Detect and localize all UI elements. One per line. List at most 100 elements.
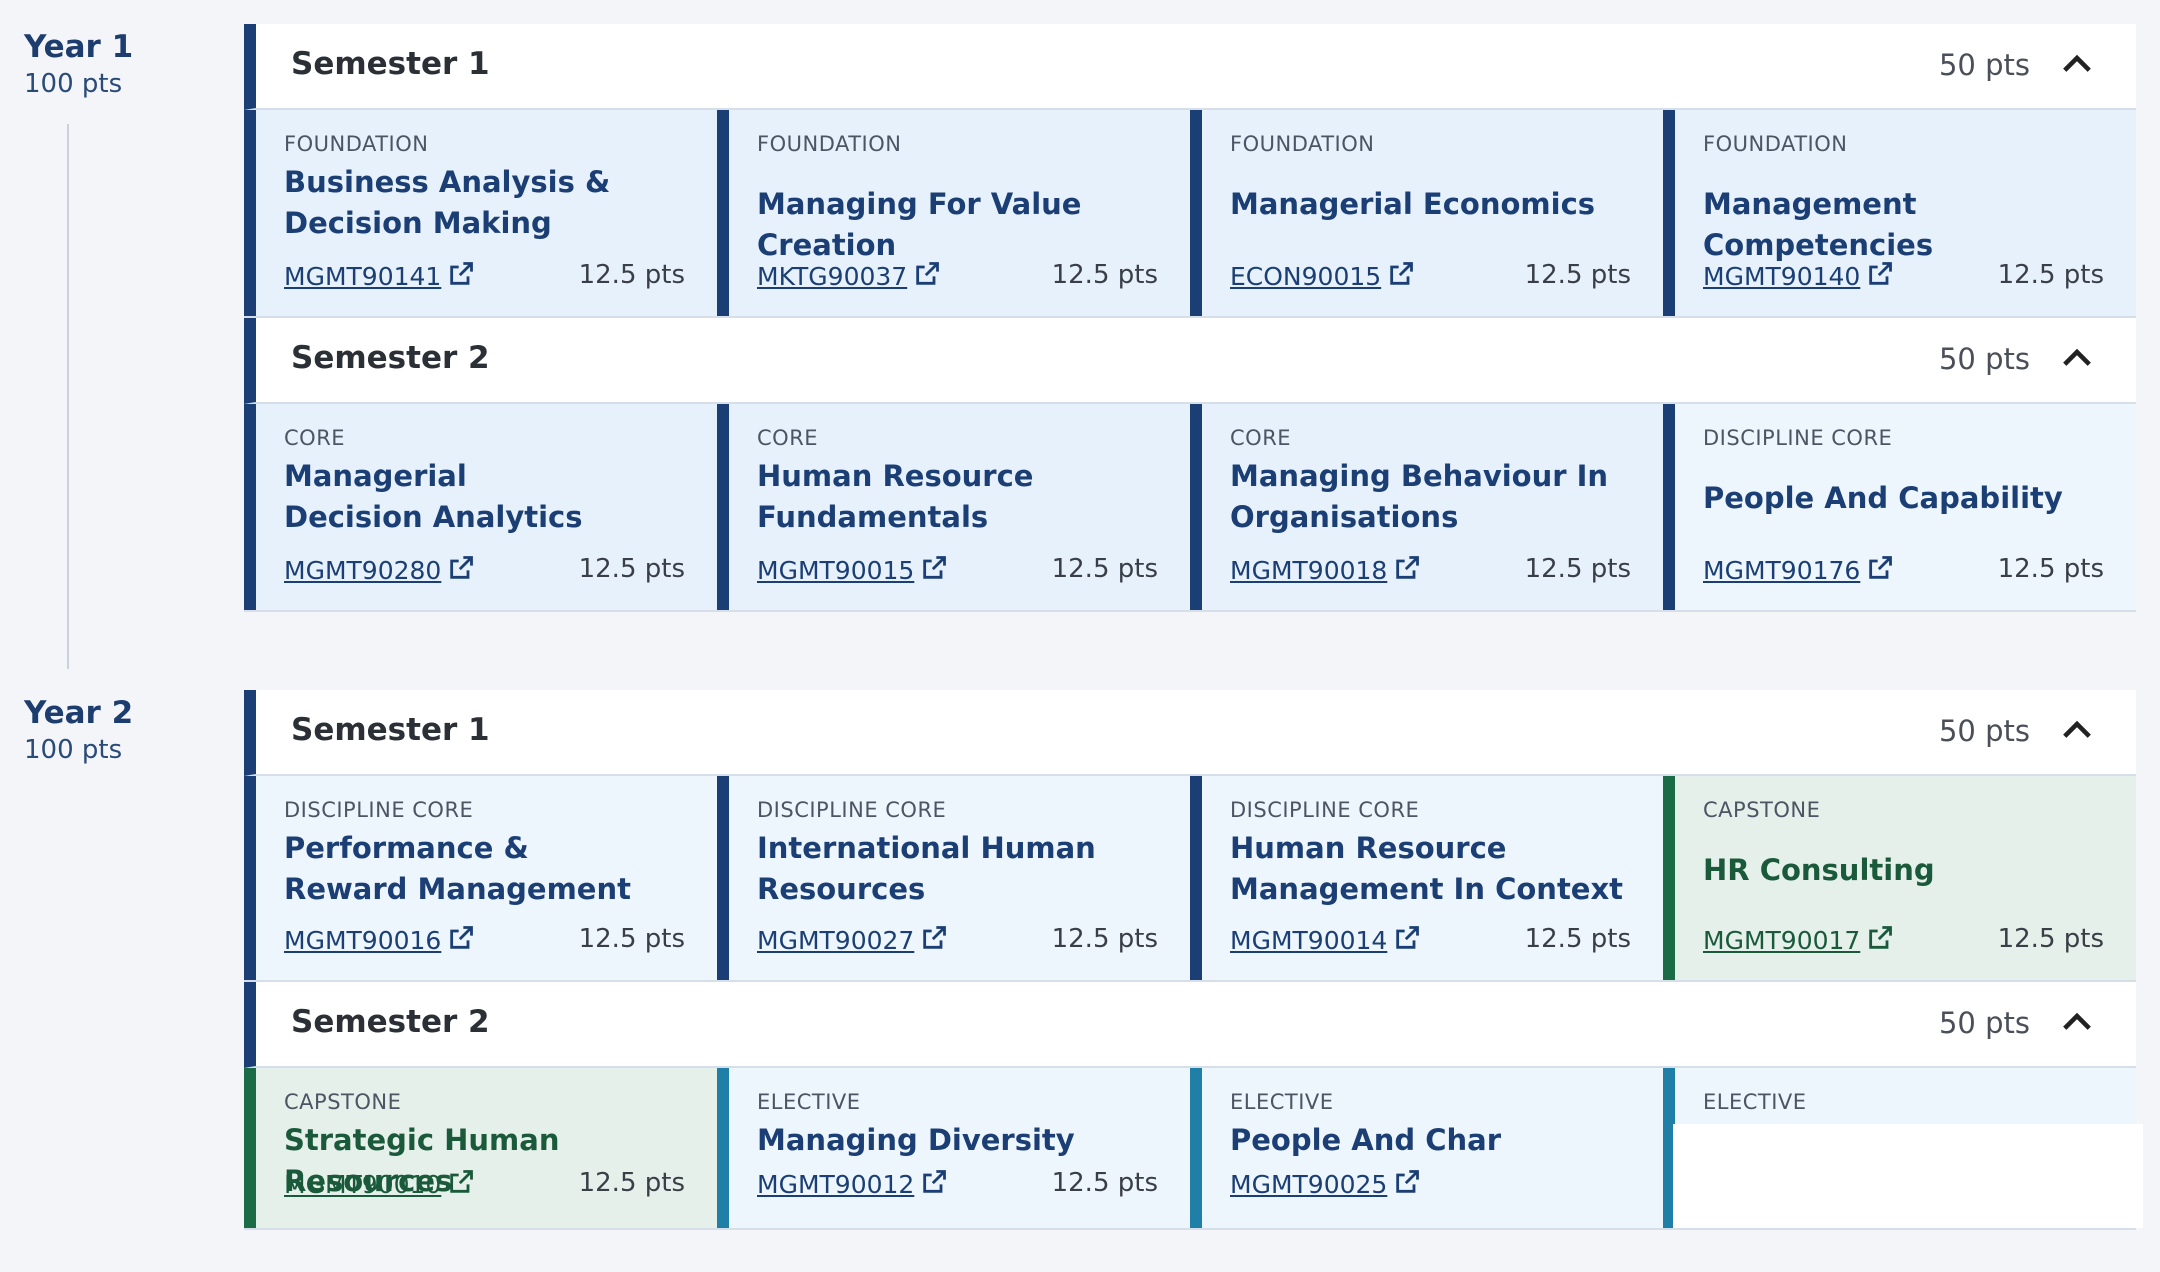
year-timeline-line: [67, 124, 69, 669]
year-points: 100 pts: [24, 69, 123, 99]
subject-card[interactable]: DISCIPLINE CORE People And Capability MG…: [1663, 404, 2136, 610]
external-link-icon: [1869, 556, 1893, 579]
subject-code-link[interactable]: MGMT90017: [1703, 924, 1894, 955]
subject-card[interactable]: ELECTIVE People And Char MGMT90025: [1190, 1068, 1663, 1228]
subject-card[interactable]: FOUNDATION Business Analysis & Decision …: [244, 110, 717, 316]
subject-code-link[interactable]: ECON90015: [1230, 260, 1415, 291]
subject-code-link[interactable]: MGMT90018: [1230, 554, 1421, 585]
subject-card[interactable]: FOUNDATION Management Competencies MGMT9…: [1663, 110, 2136, 316]
subject-title: Managing Diversity: [757, 1123, 1075, 1157]
external-link-icon: [923, 926, 947, 949]
chevron-up-icon[interactable]: [2056, 44, 2098, 86]
subject-points: 12.5 pts: [578, 1168, 685, 1198]
subject-type: CORE: [757, 426, 819, 450]
subject-type: CAPSTONE: [284, 1090, 402, 1114]
semester-title: Semester 2: [291, 1004, 490, 1040]
subject-type: DISCIPLINE CORE: [757, 798, 947, 822]
subject-code-link[interactable]: MGMT90015: [757, 554, 948, 585]
subject-type: DISCIPLINE CORE: [284, 798, 474, 822]
subject-type: FOUNDATION: [284, 132, 429, 156]
subject-type: FOUNDATION: [757, 132, 902, 156]
subject-code-link[interactable]: MGMT90014: [1230, 924, 1421, 955]
subject-title: Performance & Reward Management: [284, 831, 631, 906]
year-2-plan: Semester 1 50 pts DISCIPLINE CORE Perfor…: [244, 690, 2143, 1230]
subject-card[interactable]: CAPSTONE HR Consulting MGMT90017 12.5 pt…: [1663, 776, 2136, 980]
subject-card[interactable]: FOUNDATION Managerial Economics ECON9001…: [1190, 110, 1663, 316]
semester-header[interactable]: Semester 2 50 pts: [244, 982, 2136, 1068]
subject-title: Managing Behaviour In Organisations: [1230, 459, 1609, 534]
subject-type: DISCIPLINE CORE: [1230, 798, 1420, 822]
subject-type: FOUNDATION: [1703, 132, 1848, 156]
subject-points: 12.5 pts: [1051, 260, 1158, 290]
subject-title: Business Analysis & Decision Making: [284, 165, 611, 240]
subject-code-link[interactable]: MGMT90010: [284, 1168, 475, 1199]
external-link-icon: [1396, 556, 1420, 579]
semester-points: 50 pts: [1938, 342, 2030, 376]
subject-code-link[interactable]: MGMT90012: [757, 1168, 948, 1199]
subject-type: ELECTIVE: [757, 1090, 861, 1114]
subject-code-link[interactable]: MGMT90025: [1230, 1168, 1421, 1199]
subject-card[interactable]: ELECTIVE: [1663, 1068, 2143, 1228]
subject-card[interactable]: CAPSTONE Strategic Human Resources MGMT9…: [244, 1068, 717, 1228]
subject-code-link[interactable]: MGMT90016: [284, 924, 475, 955]
external-link-icon: [1396, 1170, 1420, 1193]
subject-title: Human Resource Management In Context: [1230, 831, 1624, 906]
external-link-icon: [1396, 926, 1420, 949]
subject-title: Managerial Decision Analytics: [284, 459, 583, 534]
external-link-icon: [1390, 262, 1414, 285]
subject-card[interactable]: FOUNDATION Managing For Value Creation M…: [717, 110, 1190, 316]
semester-header[interactable]: Semester 1 50 pts: [244, 24, 2136, 110]
subject-card[interactable]: CORE Managerial Decision Analytics MGMT9…: [244, 404, 717, 610]
subject-points: 12.5 pts: [1997, 554, 2104, 584]
subject-points: 12.5 pts: [1051, 554, 1158, 584]
year-points: 100 pts: [24, 735, 123, 765]
subject-card[interactable]: DISCIPLINE CORE Performance & Reward Man…: [244, 776, 717, 980]
year-1-label: Year 1 100 pts: [24, 28, 133, 102]
external-link-icon: [450, 556, 474, 579]
subject-points: 12.5 pts: [1997, 924, 2104, 954]
subject-title: People And Char: [1230, 1123, 1502, 1157]
subject-code-link[interactable]: MGMT90140: [1703, 260, 1894, 291]
chevron-up-icon[interactable]: [2056, 1002, 2098, 1044]
subject-type: ELECTIVE: [1230, 1090, 1334, 1114]
semester-points: 50 pts: [1938, 48, 2030, 82]
subject-row: DISCIPLINE CORE Performance & Reward Man…: [244, 776, 2136, 982]
subject-row: CORE Managerial Decision Analytics MGMT9…: [244, 404, 2136, 612]
subject-title: Managerial Economics: [1230, 187, 1596, 221]
subject-card[interactable]: CORE Managing Behaviour In Organisations…: [1190, 404, 1663, 610]
subject-title: International Human Resources: [757, 831, 1096, 906]
subject-card[interactable]: CORE Human Resource Fundamentals MGMT900…: [717, 404, 1190, 610]
subject-type: ELECTIVE: [1703, 1090, 1807, 1114]
semester-header[interactable]: Semester 2 50 pts: [244, 318, 2136, 404]
subject-code-link[interactable]: MGMT90141: [284, 260, 475, 291]
subject-points: 12.5 pts: [578, 924, 685, 954]
year-title: Year 2: [24, 695, 134, 731]
subject-row: CAPSTONE Strategic Human Resources MGMT9…: [244, 1068, 2143, 1230]
semester-header[interactable]: Semester 1 50 pts: [244, 690, 2136, 776]
chevron-up-icon[interactable]: [2056, 710, 2098, 752]
subject-points: 12.5 pts: [1051, 1168, 1158, 1198]
subject-code-link[interactable]: MKTG90037: [757, 260, 941, 291]
year-2-label: Year 2 100 pts: [24, 694, 133, 768]
subject-row: FOUNDATION Business Analysis & Decision …: [244, 110, 2136, 318]
external-link-icon: [450, 926, 474, 949]
loading-overlay: [1673, 1124, 2143, 1228]
external-link-icon: [923, 1170, 947, 1193]
subject-code-link[interactable]: MGMT90176: [1703, 554, 1894, 585]
subject-card[interactable]: DISCIPLINE CORE International Human Reso…: [717, 776, 1190, 980]
chevron-up-icon[interactable]: [2056, 338, 2098, 380]
external-link-icon: [1869, 262, 1893, 285]
subject-type: CAPSTONE: [1703, 798, 1821, 822]
subject-code-link[interactable]: MGMT90027: [757, 924, 948, 955]
subject-points: 12.5 pts: [1524, 260, 1631, 290]
subject-title: Human Resource Fundamentals: [757, 459, 1034, 534]
semester-title: Semester 1: [291, 712, 490, 748]
subject-title: People And Capability: [1703, 481, 2063, 515]
subject-points: 12.5 pts: [1997, 260, 2104, 290]
subject-code-link[interactable]: MGMT90280: [284, 554, 475, 585]
subject-title: Management Competencies: [1703, 187, 1934, 262]
external-link-icon: [916, 262, 940, 285]
subject-type: DISCIPLINE CORE: [1703, 426, 1893, 450]
subject-card[interactable]: DISCIPLINE CORE Human Resource Managemen…: [1190, 776, 1663, 980]
subject-card[interactable]: ELECTIVE Managing Diversity MGMT90012 12…: [717, 1068, 1190, 1228]
